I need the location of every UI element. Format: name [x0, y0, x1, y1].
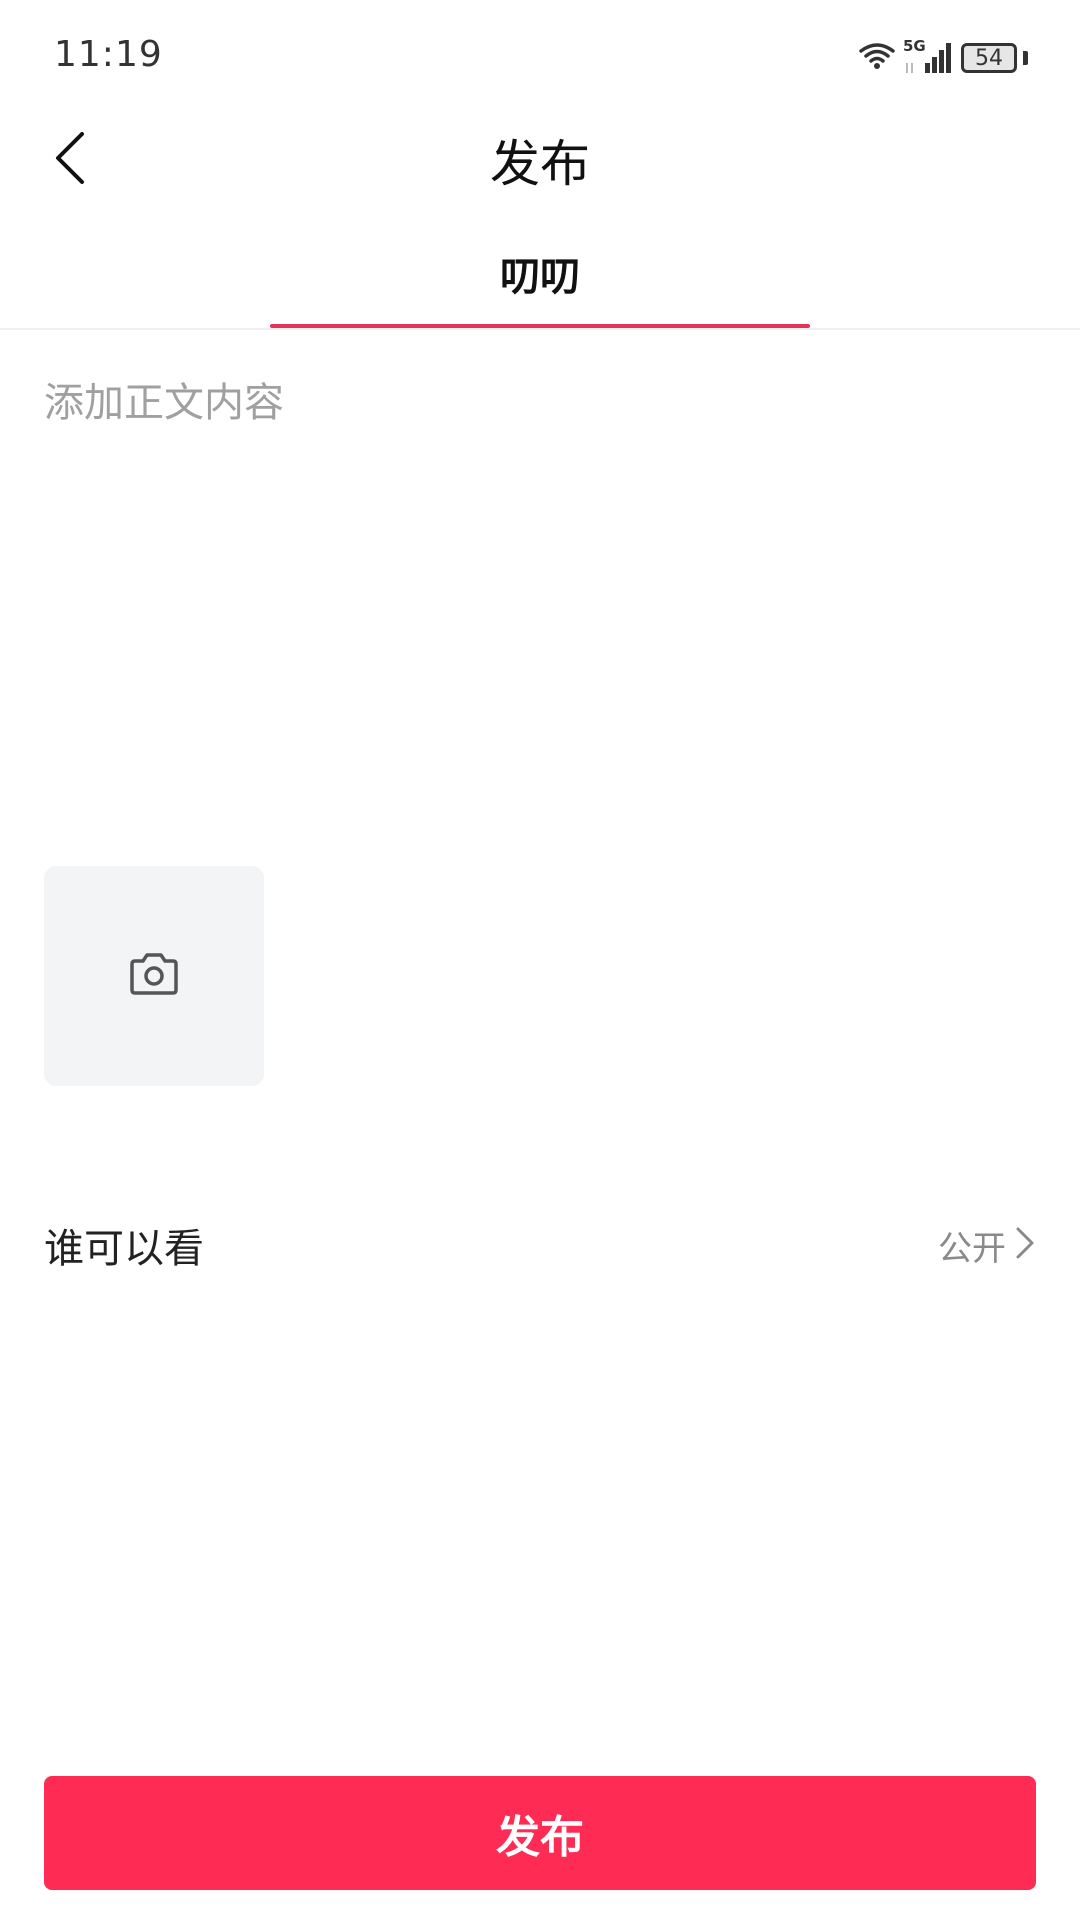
publish-button[interactable]: 发布	[44, 1776, 1036, 1890]
page-title: 发布	[490, 135, 590, 193]
tab-daodao[interactable]: 叨叨	[270, 220, 810, 328]
camera-icon	[128, 952, 180, 1000]
battery-icon: 54	[961, 43, 1017, 73]
status-icons: 5G 54	[857, 37, 1028, 78]
visibility-setting-row[interactable]: 谁可以看 公开	[44, 1210, 1036, 1280]
chevron-right-icon	[1014, 1226, 1036, 1264]
body-content-input[interactable]	[44, 370, 1034, 830]
header: 发布	[0, 110, 1080, 210]
status-time: 11:19	[54, 34, 163, 75]
tab-active-indicator	[270, 324, 810, 328]
status-bar: 11:19 5G 54	[0, 0, 1080, 110]
wifi-icon	[857, 41, 897, 75]
battery-level: 54	[975, 45, 1003, 71]
visibility-label: 谁可以看	[44, 1226, 204, 1272]
visibility-value: 公开	[938, 1228, 1006, 1269]
visibility-value-group: 公开	[938, 1221, 1036, 1270]
tab-label: 叨叨	[500, 254, 580, 300]
tab-bar: 叨叨	[0, 220, 1080, 330]
mobile-network-icon: 5G	[903, 37, 955, 75]
add-photo-button[interactable]	[44, 866, 264, 1086]
battery-cap	[1023, 51, 1028, 65]
